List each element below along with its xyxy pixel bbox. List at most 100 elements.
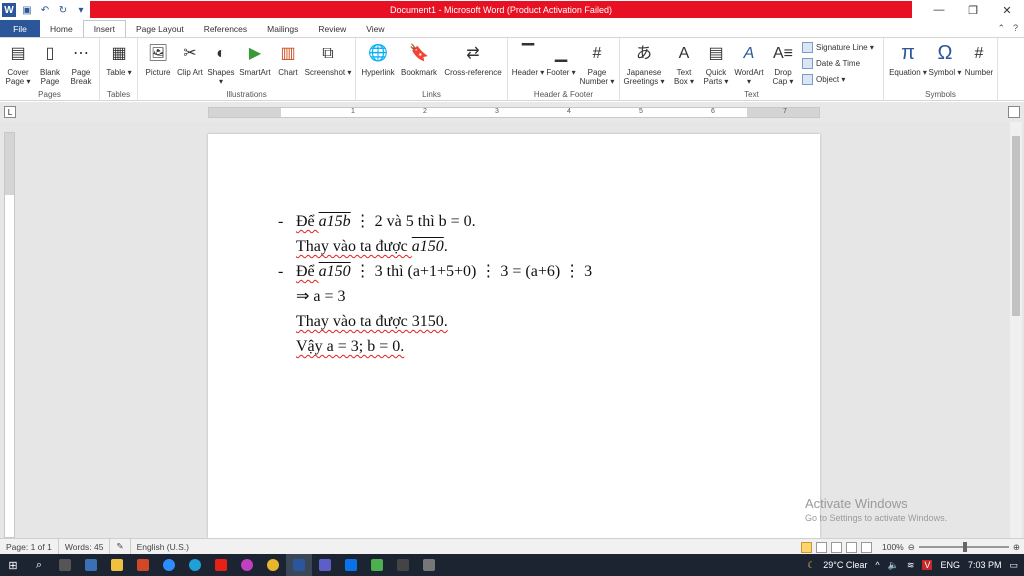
symbol-button[interactable]: Ω Symbol ▾: [928, 40, 962, 78]
signature-line-button[interactable]: Signature Line ▾: [802, 42, 874, 53]
vertical-scrollbar[interactable]: [1010, 122, 1022, 538]
zoom-level[interactable]: 100%: [882, 542, 904, 552]
volume-icon[interactable]: 🔈: [888, 560, 899, 571]
chrome-icon[interactable]: [260, 554, 286, 576]
cover-page-button[interactable]: ▤ Cover Page ▾: [4, 40, 32, 86]
proofing-icon[interactable]: ✎: [110, 538, 131, 555]
quick-parts-button[interactable]: ▤ Quick Parts ▾: [700, 40, 732, 86]
cross-reference-button[interactable]: ⇄ Cross-reference: [441, 40, 505, 77]
table-button[interactable]: ▦ Table ▾: [105, 40, 133, 77]
vertical-ruler[interactable]: [4, 132, 15, 538]
app-image-icon[interactable]: [416, 554, 442, 576]
japanese-greetings-button[interactable]: あ Japanese Greetings ▾: [620, 40, 668, 86]
tab-home[interactable]: Home: [40, 20, 83, 37]
page-break-button[interactable]: ⋯ Page Break: [67, 40, 95, 86]
app-dark-icon[interactable]: [390, 554, 416, 576]
save-icon[interactable]: ▣: [20, 3, 34, 17]
network-icon[interactable]: ≋: [907, 560, 915, 571]
wordart-button[interactable]: A WordArt ▾: [732, 40, 766, 86]
windows-start-icon[interactable]: ⊞: [0, 554, 26, 576]
minimize-icon[interactable]: —: [922, 0, 956, 20]
date-time-button[interactable]: Date & Time: [802, 58, 860, 69]
screenshot-button[interactable]: ⧉ Screenshot ▾: [304, 40, 352, 77]
object-button[interactable]: Object ▾: [802, 74, 845, 85]
language-indicator[interactable]: English (U.S.): [131, 539, 195, 555]
clock[interactable]: 7:03 PM: [968, 560, 1002, 570]
page-count[interactable]: Page: 1 of 1: [0, 538, 59, 555]
tab-file[interactable]: File: [0, 20, 40, 37]
page-number-button[interactable]: # Page Number ▾: [576, 40, 618, 86]
footer-icon: ▁: [554, 44, 568, 62]
full-screen-view-button[interactable]: [816, 541, 827, 553]
smartart-button[interactable]: ▶ SmartArt: [238, 40, 272, 77]
tab-insert[interactable]: Insert: [82, 20, 126, 37]
zoom-slider-knob[interactable]: [962, 542, 967, 552]
redo-icon[interactable]: ↻: [56, 3, 70, 17]
youtube-icon[interactable]: [208, 554, 234, 576]
chart-button[interactable]: ▥ Chart: [274, 40, 302, 77]
zoom-slider[interactable]: [918, 542, 1009, 552]
blank-page-button[interactable]: ▯ Blank Page: [36, 40, 64, 86]
zalo-icon[interactable]: [338, 554, 364, 576]
file-explorer-icon[interactable]: [104, 554, 130, 576]
word-app-icon[interactable]: W: [2, 3, 16, 17]
teams-icon[interactable]: [312, 554, 338, 576]
tab-references[interactable]: References: [194, 20, 257, 37]
blank-page-icon: ▯: [45, 44, 55, 62]
picture-button[interactable]: 🖼 Picture: [142, 40, 174, 77]
draft-view-button[interactable]: [861, 541, 872, 553]
print-layout-view-button[interactable]: [801, 541, 812, 553]
minimize-ribbon-icon[interactable]: ⌃: [997, 23, 1005, 34]
drop-app-icon[interactable]: [234, 554, 260, 576]
footer-button[interactable]: ▁ Footer ▾: [544, 40, 578, 77]
calculator-icon[interactable]: [52, 554, 78, 576]
input-language[interactable]: ENG: [940, 560, 960, 570]
zoom-out-icon[interactable]: ⊖: [908, 542, 915, 553]
notifications-icon[interactable]: ▭: [1009, 560, 1018, 571]
text-box-button[interactable]: A Text Box ▾: [670, 40, 698, 86]
search-icon[interactable]: ⌕: [26, 554, 52, 576]
ruler-row: L 1 2 3 4 5 6 7: [0, 102, 1024, 122]
word-taskbar-icon[interactable]: [286, 554, 312, 576]
header-button[interactable]: ▔ Header ▾: [510, 40, 546, 77]
edge-icon[interactable]: [182, 554, 208, 576]
weather-moon-icon[interactable]: ☾: [807, 560, 815, 571]
document-page[interactable]: - Để a15b ⋮ 2 và 5 thì b = 0. Thay vào ta…: [208, 134, 820, 538]
tab-selector-icon[interactable]: L: [4, 106, 16, 118]
drop-cap-button[interactable]: A≡ Drop Cap ▾: [768, 40, 798, 86]
web-layout-view-button[interactable]: [831, 541, 842, 553]
tab-review[interactable]: Review: [308, 20, 356, 37]
number-button[interactable]: # Number: [962, 40, 996, 77]
help-icon[interactable]: ?: [1013, 23, 1018, 34]
customize-qat-icon[interactable]: ▾: [74, 3, 88, 17]
zoom-app-icon[interactable]: [156, 554, 182, 576]
horizontal-ruler[interactable]: 1 2 3 4 5 6 7: [208, 107, 820, 118]
shapes-button[interactable]: ◐ Shapes ▾: [206, 40, 236, 86]
group-links: 🌐 Hyperlink 🔖 Bookmark ⇄ Cross-reference Li…: [356, 38, 508, 101]
restore-icon[interactable]: ❐: [956, 0, 990, 20]
app-green-icon[interactable]: [364, 554, 390, 576]
outline-view-button[interactable]: [846, 541, 857, 553]
scrollbar-thumb[interactable]: [1012, 136, 1020, 316]
zoom-in-icon[interactable]: ⊕: [1013, 542, 1020, 553]
equation-button[interactable]: π Equation ▾: [888, 40, 928, 78]
smartart-icon: ▶: [248, 44, 262, 62]
vpn-icon[interactable]: V: [922, 560, 933, 570]
view-ruler-icon[interactable]: [1008, 106, 1020, 118]
tab-page-layout[interactable]: Page Layout: [126, 20, 194, 37]
undo-icon[interactable]: ↶: [38, 3, 52, 17]
math-overline: a150: [318, 263, 351, 280]
powerpoint-icon[interactable]: [130, 554, 156, 576]
hyperlink-button[interactable]: 🌐 Hyperlink: [358, 40, 398, 77]
tab-mailings[interactable]: Mailings: [257, 20, 308, 37]
weather-text[interactable]: 29°C Clear: [823, 560, 867, 570]
bullet: -: [278, 213, 284, 230]
bookmark-button[interactable]: 🔖 Bookmark: [398, 40, 440, 77]
document-body[interactable]: - Để a15b ⋮ 2 và 5 thì b = 0. Thay vào ta…: [278, 210, 592, 360]
word-count[interactable]: Words: 45: [59, 538, 111, 555]
keyboard-icon[interactable]: [78, 554, 104, 576]
clip-art-button[interactable]: ✂ Clip Art: [176, 40, 204, 77]
close-icon[interactable]: ✕: [990, 0, 1024, 20]
tab-view[interactable]: View: [356, 20, 394, 37]
tray-expand-icon[interactable]: ^: [875, 560, 879, 570]
